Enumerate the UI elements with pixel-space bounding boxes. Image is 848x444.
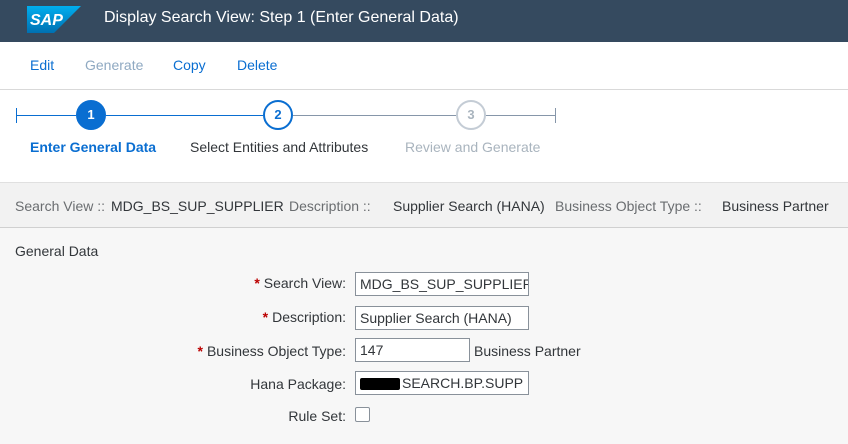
toolbar: Edit Generate Copy Delete bbox=[0, 42, 848, 90]
description-info-value: Supplier Search (HANA) bbox=[393, 198, 545, 214]
required-marker: * bbox=[254, 275, 260, 291]
step-2-circle[interactable]: 2 bbox=[263, 100, 293, 130]
hana-package-value: SEARCH.BP.SUPP bbox=[402, 375, 524, 391]
hana-package-field-label: Hana Package: bbox=[250, 376, 346, 392]
redacted-block bbox=[360, 378, 400, 391]
roadmap-line bbox=[293, 115, 456, 116]
generate-button[interactable]: Generate bbox=[85, 57, 143, 73]
page-title: Display Search View: Step 1 (Enter Gener… bbox=[104, 9, 459, 26]
bo-type-description: Business Partner bbox=[474, 343, 581, 359]
bo-type-label-text: Business Object Type: bbox=[206, 343, 346, 359]
delete-button[interactable]: Delete bbox=[237, 57, 277, 73]
section-title-general-data: General Data bbox=[15, 243, 99, 259]
bo-type-field[interactable]: 147 bbox=[355, 338, 470, 362]
bo-type-info-label: Business Object Type :: bbox=[555, 198, 702, 214]
roadmap-line bbox=[486, 115, 556, 116]
hana-package-field[interactable]: SEARCH.BP.SUPP bbox=[355, 371, 529, 395]
description-info-label: Description :: bbox=[289, 198, 371, 214]
shell-bar: SAP Display Search View: Step 1 (Enter G… bbox=[0, 0, 848, 42]
required-marker: * bbox=[262, 309, 269, 325]
description-field-label: * Description: bbox=[263, 309, 346, 325]
step-1-label[interactable]: Enter General Data bbox=[30, 139, 156, 155]
description-field[interactable]: Supplier Search (HANA) bbox=[355, 306, 529, 330]
wizard-roadmap: 1 2 3 Enter General Data Select Entities… bbox=[0, 90, 848, 182]
object-info-bar: Search View :: MDG_BS_SUP_SUPPLIER Descr… bbox=[0, 182, 848, 228]
roadmap-line bbox=[106, 115, 263, 116]
bo-type-field-label: * Business Object Type: bbox=[198, 343, 347, 359]
description-label-text: Description: bbox=[272, 309, 346, 325]
rule-set-checkbox[interactable] bbox=[355, 407, 370, 422]
sap-logo[interactable]: SAP bbox=[27, 6, 81, 33]
search-view-info-value: MDG_BS_SUP_SUPPLIER bbox=[111, 198, 284, 214]
step-1-circle[interactable]: 1 bbox=[76, 100, 106, 130]
rule-set-field-label: Rule Set: bbox=[288, 408, 346, 424]
step-2-label[interactable]: Select Entities and Attributes bbox=[190, 139, 368, 155]
search-view-label-text: Search View: bbox=[263, 275, 346, 291]
step-3-label: Review and Generate bbox=[405, 139, 541, 155]
sap-logo-text: SAP bbox=[30, 12, 63, 29]
step-3-circle: 3 bbox=[456, 100, 486, 130]
bo-type-info-value: Business Partner bbox=[722, 198, 829, 214]
required-marker: * bbox=[197, 343, 203, 359]
edit-button[interactable]: Edit bbox=[30, 57, 54, 73]
roadmap-line bbox=[16, 115, 76, 116]
search-view-field[interactable]: MDG_BS_SUP_SUPPLIER bbox=[355, 272, 529, 296]
search-view-field-label: * Search View: bbox=[254, 275, 346, 291]
roadmap-end-tick bbox=[555, 108, 556, 123]
copy-button[interactable]: Copy bbox=[173, 57, 206, 73]
search-view-info-label: Search View :: bbox=[15, 198, 106, 214]
